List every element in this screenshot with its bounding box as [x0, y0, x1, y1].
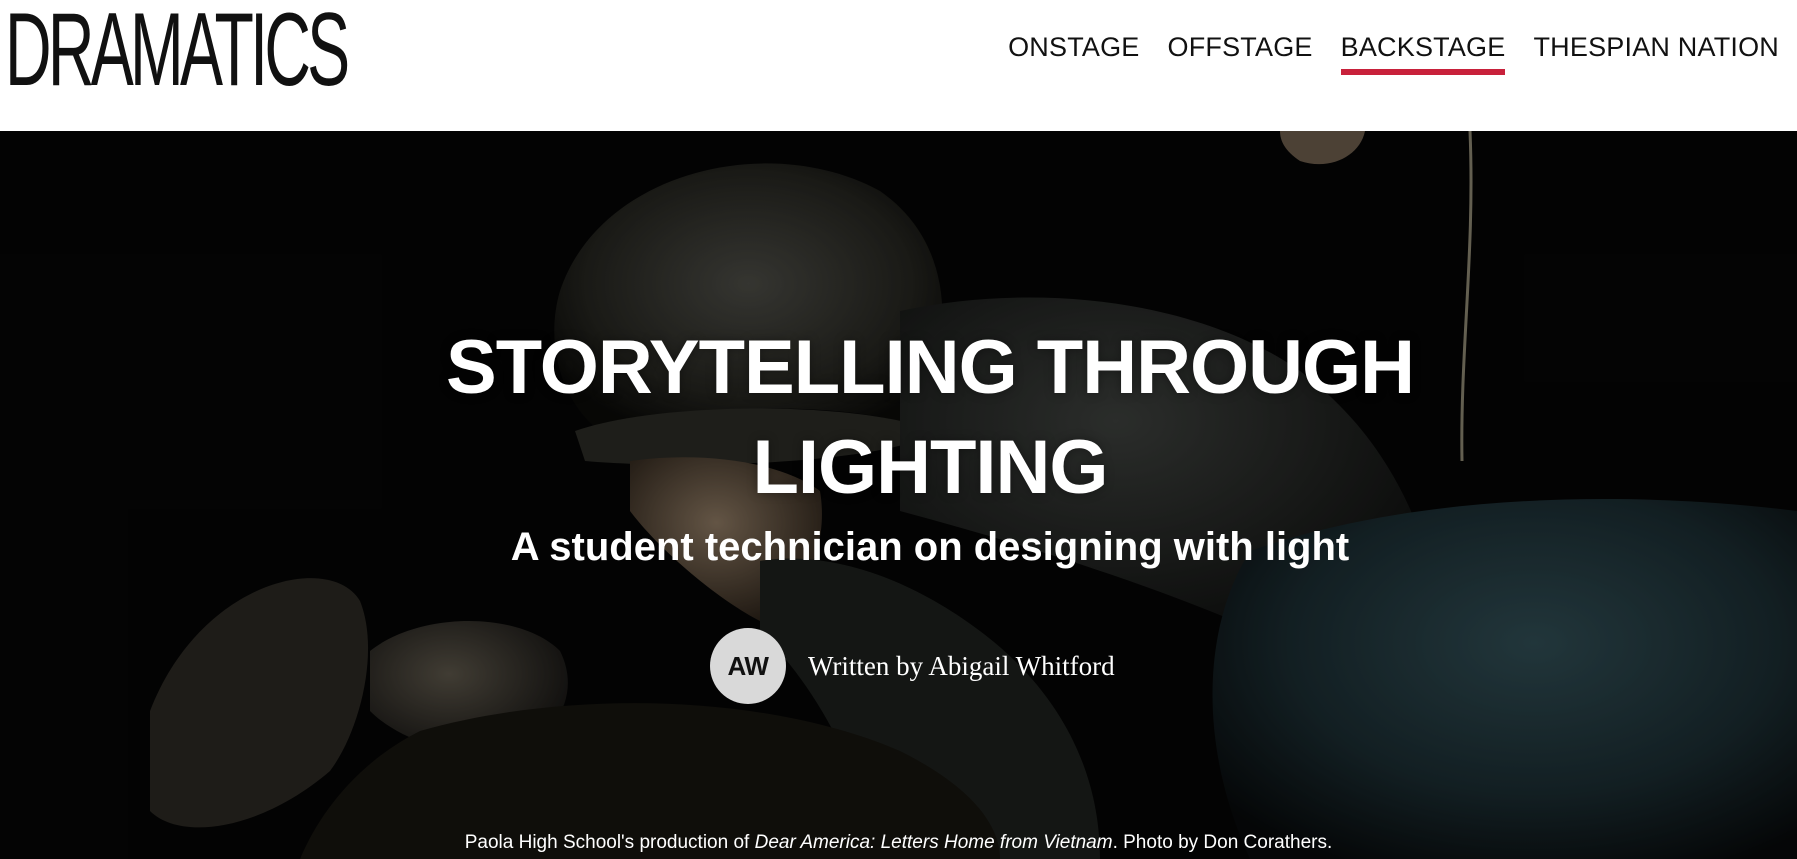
caption-prefix: Paola High School's production of — [464, 832, 755, 853]
nav-offstage[interactable]: OFFSTAGE — [1168, 28, 1313, 77]
nav-onstage[interactable]: ONSTAGE — [1008, 28, 1139, 77]
caption-suffix: . Photo by Don Corathers. — [1112, 832, 1333, 853]
byline: AW Written by Abigail Whitford — [710, 628, 1115, 704]
article-subtitle: A student technician on designing with l… — [510, 525, 1350, 569]
photo-caption: Paola High School's production of Dear A… — [0, 831, 1797, 855]
author-byline[interactable]: Written by Abigail Whitford — [808, 651, 1115, 682]
article-title: STORYTELLING THROUGH LIGHTING — [446, 325, 1415, 510]
main-nav: ONSTAGE OFFSTAGE BACKSTAGE THESPIAN NATI… — [1008, 28, 1779, 77]
author-avatar[interactable]: AW — [710, 628, 786, 704]
site-header: DRAMATICS ONSTAGE OFFSTAGE BACKSTAGE THE… — [0, 0, 1797, 131]
caption-production-title: Dear America: Letters Home from Vietnam — [754, 832, 1113, 853]
dramatics-logo[interactable]: DRAMATICS — [5, 0, 350, 102]
nav-thespian-nation[interactable]: THESPIAN NATION — [1533, 28, 1779, 77]
nav-backstage[interactable]: BACKSTAGE — [1340, 28, 1506, 77]
hero-section: STORYTELLING THROUGH LIGHTING A student … — [0, 131, 1797, 859]
